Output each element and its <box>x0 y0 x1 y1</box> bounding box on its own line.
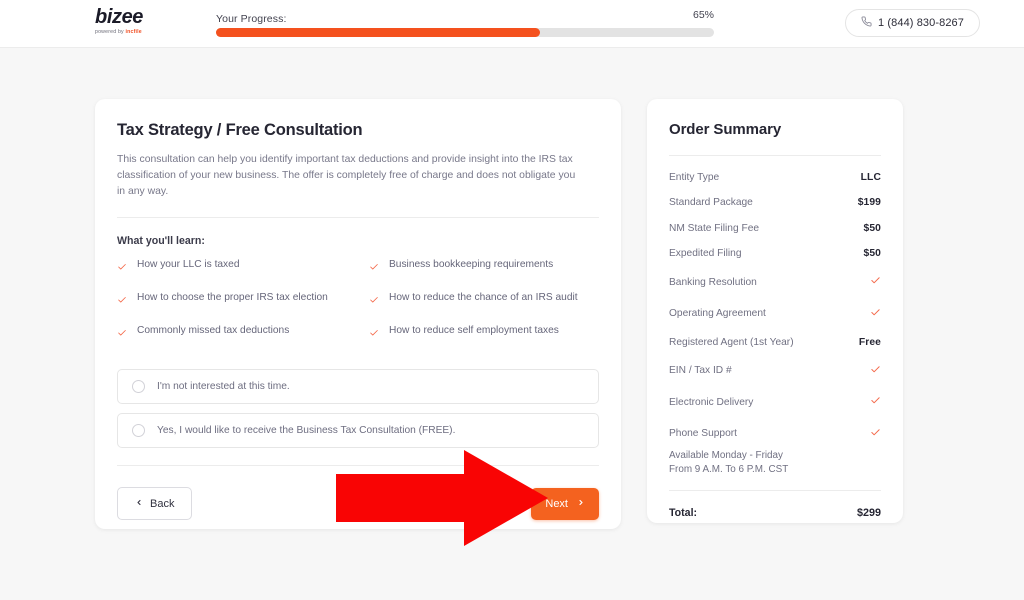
summary-row-value: LLC <box>860 171 881 183</box>
summary-row: Registered Agent (1st Year) Free <box>669 336 881 348</box>
learn-item: How to choose the proper IRS tax electio… <box>117 291 369 310</box>
summary-divider-total <box>669 490 881 491</box>
learn-item-label: Commonly missed tax deductions <box>137 325 290 336</box>
back-button-label: Back <box>150 497 175 510</box>
divider-top <box>117 217 599 218</box>
learn-item-label: How to reduce self employment taxes <box>389 325 559 336</box>
back-button[interactable]: Back <box>117 487 193 520</box>
navigation-buttons: Back Next <box>95 466 621 520</box>
consent-options: I'm not interested at this time. Yes, I w… <box>117 369 599 448</box>
summary-row: Expedited Filing $50 <box>669 248 881 260</box>
order-total-value: $299 <box>856 507 881 519</box>
logo-tagline: powered by incfile <box>95 29 165 36</box>
check-icon <box>870 305 881 323</box>
learn-item-label: How your LLC is taxed <box>137 259 240 270</box>
check-icon <box>117 292 127 310</box>
consent-option-0[interactable]: I'm not interested at this time. <box>117 369 599 404</box>
check-icon <box>870 425 881 443</box>
summary-row-label: Banking Resolution <box>669 276 757 288</box>
learn-item: How to reduce the chance of an IRS audit <box>369 291 599 310</box>
check-icon <box>117 259 127 277</box>
bizee-logo[interactable]: bizee powered by incfile <box>95 7 165 39</box>
radio-button[interactable] <box>132 424 145 437</box>
order-total-label: Total: <box>669 507 698 519</box>
next-button-label: Next <box>545 497 568 510</box>
consent-option-1[interactable]: Yes, I would like to receive the Busines… <box>117 413 599 448</box>
learn-item: Commonly missed tax deductions <box>117 324 369 343</box>
check-icon <box>870 273 881 291</box>
summary-row-value: $50 <box>863 248 881 259</box>
logo-tagline-brand: incfile <box>125 29 142 35</box>
progress-percent: 65% <box>692 9 714 21</box>
next-button[interactable]: Next <box>531 487 599 520</box>
check-icon <box>870 393 881 411</box>
summary-row-label: Phone Support <box>669 428 737 439</box>
order-summary-title: Order Summary <box>669 121 782 138</box>
radio-button[interactable] <box>132 380 145 393</box>
summary-row-label: EIN / Tax ID # <box>669 365 732 376</box>
check-icon <box>117 325 127 343</box>
progress-bar-fill <box>216 28 540 37</box>
progress-label: Your Progress: <box>216 13 287 25</box>
chevron-right-icon <box>577 497 585 511</box>
summary-row: NM State Filing Fee $50 <box>669 222 881 234</box>
summary-row-label: NM State Filing Fee <box>669 222 760 234</box>
progress-section: Your Progress: 65% <box>216 9 714 37</box>
summary-row: Phone Support <box>669 425 881 443</box>
order-summary-rows: Entity Type LLC Standard Package $199 NM Sta… <box>669 171 881 476</box>
learn-item-label: Business bookkeeping requirements <box>389 259 554 270</box>
summary-divider-top <box>669 155 881 156</box>
app-header: bizee powered by incfile Your Progress: … <box>0 0 1024 48</box>
summary-row-value: $50 <box>863 222 881 234</box>
summary-row: Standard Package $199 <box>669 197 881 209</box>
phone-icon <box>861 14 872 32</box>
learn-list: How your LLC is taxed Business bookkeepin… <box>117 258 599 343</box>
progress-bar-track <box>216 28 714 37</box>
check-icon <box>369 259 379 277</box>
learn-item: Business bookkeeping requirements <box>369 258 599 277</box>
summary-row-label: Electronic Delivery <box>669 396 754 408</box>
logo-wordmark: bizee <box>95 6 144 28</box>
summary-row-label: Expedited Filing <box>669 248 742 259</box>
check-icon <box>870 362 881 380</box>
summary-row: EIN / Tax ID # <box>669 362 881 380</box>
summary-row-label: Registered Agent (1st Year) <box>669 336 794 348</box>
phone-number: 1 (844) 830-8267 <box>878 17 964 29</box>
summary-row: Entity Type LLC <box>669 171 881 183</box>
summary-row-value: Free <box>858 336 881 348</box>
learn-item: How to reduce self employment taxes <box>369 324 599 343</box>
logo-tagline-prefix: powered by <box>95 29 126 35</box>
phone-support-hours-line1: Available Monday - Friday <box>669 450 783 461</box>
summary-row: Banking Resolution <box>669 273 881 291</box>
summary-row: Electronic Delivery <box>669 393 881 411</box>
summary-row-value: $199 <box>857 197 881 208</box>
consultation-card: Tax Strategy / Free Consultation This co… <box>95 99 621 529</box>
learn-item: How your LLC is taxed <box>117 258 369 277</box>
phone-support-hours-line2: From 9 A.M. To 6 P.M. CST <box>669 463 789 475</box>
learn-heading: What you'll learn: <box>117 235 205 247</box>
chevron-left-icon <box>135 497 143 511</box>
check-icon <box>369 325 379 343</box>
page-title: Tax Strategy / Free Consultation <box>117 121 363 139</box>
phone-support-hours: Available Monday - Friday From 9 A.M. To … <box>669 449 881 476</box>
summary-row-label: Entity Type <box>669 171 720 183</box>
check-icon <box>369 292 379 310</box>
learn-item-label: How to reduce the chance of an IRS audit <box>389 292 578 303</box>
consent-option-label: I'm not interested at this time. <box>157 381 290 392</box>
order-total-row: Total: $299 <box>669 507 881 519</box>
order-summary-card: Order Summary Entity Type LLC Standard Pac… <box>647 99 903 523</box>
intro-paragraph: This consultation can help you identify … <box>117 154 576 197</box>
learn-item-label: How to choose the proper IRS tax electio… <box>137 292 328 303</box>
consent-option-label: Yes, I would like to receive the Busines… <box>157 425 456 436</box>
summary-row: Operating Agreement <box>669 305 881 323</box>
summary-row-label: Standard Package <box>669 197 753 208</box>
summary-row-label: Operating Agreement <box>669 308 766 319</box>
phone-button[interactable]: 1 (844) 830-8267 <box>845 9 980 37</box>
